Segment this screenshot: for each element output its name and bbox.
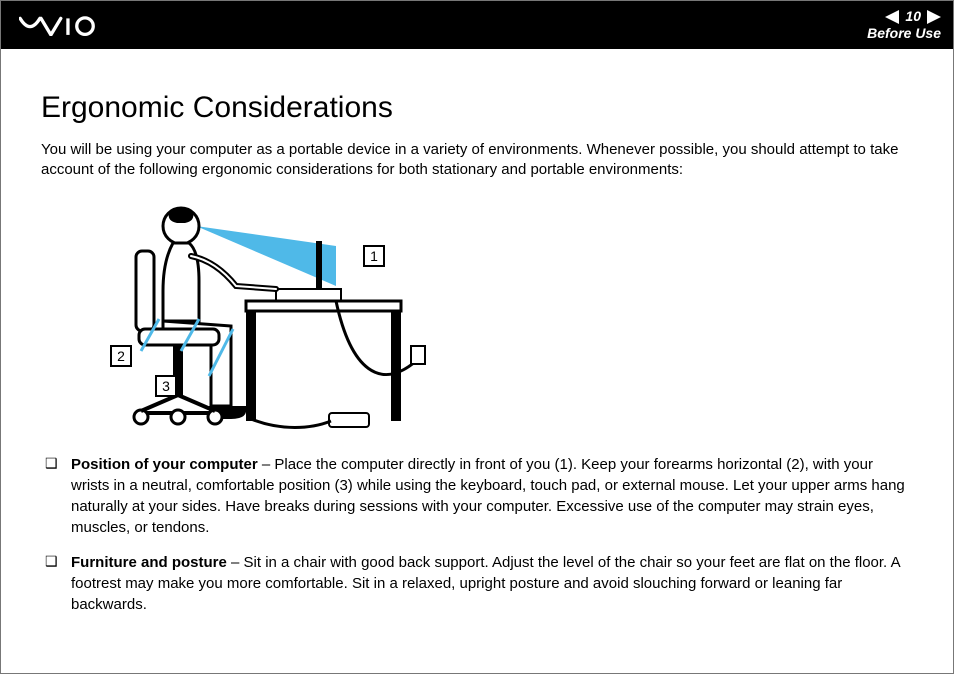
callout-3-text: 3 [162,378,170,394]
list-item: Furniture and posture – Sit in a chair w… [41,552,913,615]
page-content: Ergonomic Considerations You will be usi… [1,49,953,615]
page-title: Ergonomic Considerations [41,91,913,125]
page-number: 10 [905,8,921,25]
page-nav: 10 Before Use [867,8,941,42]
page-header: 10 Before Use [1,1,953,49]
section-label: Before Use [867,25,941,42]
vaio-logo [19,14,129,36]
list-item: Position of your computer – Place the co… [41,454,913,538]
intro-paragraph: You will be using your computer as a por… [41,140,913,181]
bullet-list: Position of your computer – Place the co… [41,454,913,615]
next-page-arrow-icon[interactable] [927,10,941,24]
vaio-logo-svg [19,14,129,36]
bullet-title: Position of your computer [71,456,258,473]
document-page: 10 Before Use Ergonomic Considerations Y… [0,0,954,674]
ergonomics-figure: 1 2 3 [81,191,913,446]
ergonomics-illustration: 1 2 3 [81,191,431,441]
prev-page-arrow-icon[interactable] [885,10,899,24]
callout-1-text: 1 [370,248,378,264]
bullet-title: Furniture and posture [71,554,227,571]
callout-2-text: 2 [117,348,125,364]
